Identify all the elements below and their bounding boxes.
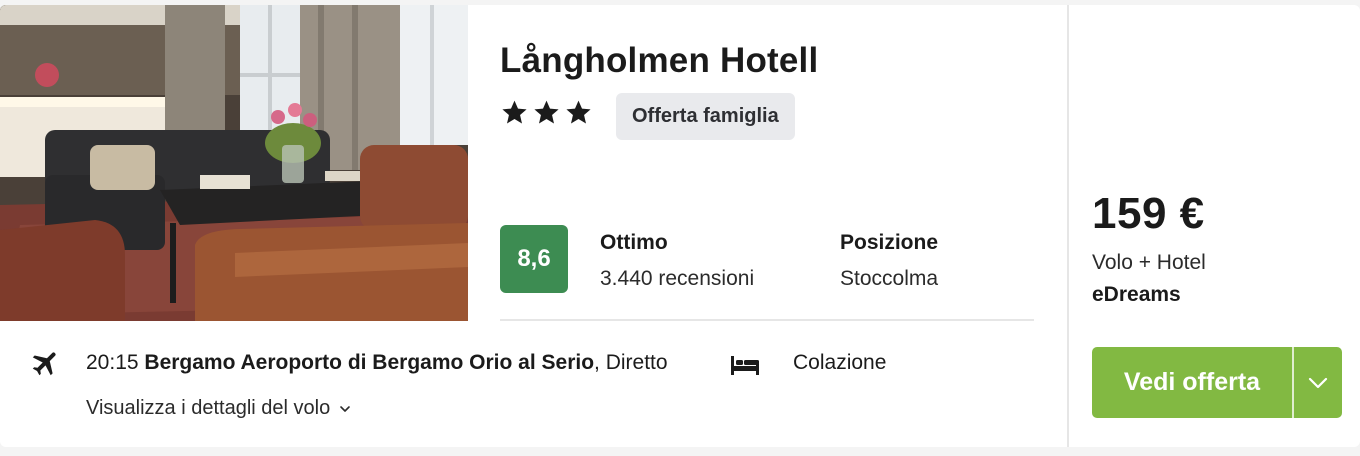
column-divider [1067,5,1069,447]
star-icon [566,100,591,124]
hotel-lobby-image [0,5,468,321]
location-value: Stoccolma [840,267,939,290]
location-label: Posizione [840,231,939,254]
provider-name: eDreams [1092,283,1181,306]
bed-icon [731,356,759,375]
package-type: Volo + Hotel [1092,251,1206,274]
section-divider [500,319,1034,321]
rating-label: Ottimo [600,231,668,254]
flight-time: 20:15 [86,351,139,374]
departure-airport: Bergamo Aeroporto di Bergamo Orio al Ser… [144,351,595,374]
hotel-name[interactable]: Långholmen Hotell [500,41,818,81]
view-offer-button-group: Vedi offerta [1092,347,1342,418]
chevron-down-icon [340,405,351,412]
view-offer-button[interactable]: Vedi offerta [1092,347,1292,418]
flight-summary: 20:15 Bergamo Aeroporto di Bergamo Orio … [86,351,668,375]
more-offers-dropdown[interactable] [1294,347,1342,418]
star-rating [500,98,593,127]
price-amount: 159 € [1092,189,1205,238]
review-score-badge: 8,6 [500,225,568,293]
flight-separator: , [594,351,606,374]
meal-plan: Colazione [793,351,887,374]
flight-type: Diretto [605,351,668,374]
flight-details-link[interactable]: Visualizza i dettagli del volo [86,397,352,420]
plane-icon [32,352,56,376]
chevron-down-icon [1308,377,1328,388]
hotel-photo[interactable] [0,5,468,321]
review-count[interactable]: 3.440 recensioni [600,267,754,291]
hotel-result-card: Långholmen Hotell Offerta famiglia 8,6 O… [0,5,1360,447]
flight-details-label: Visualizza i dettagli del volo [86,397,331,419]
family-offer-badge: Offerta famiglia [616,93,795,140]
button-separator [1292,347,1294,418]
star-icon [502,100,527,124]
star-icon [534,100,559,124]
